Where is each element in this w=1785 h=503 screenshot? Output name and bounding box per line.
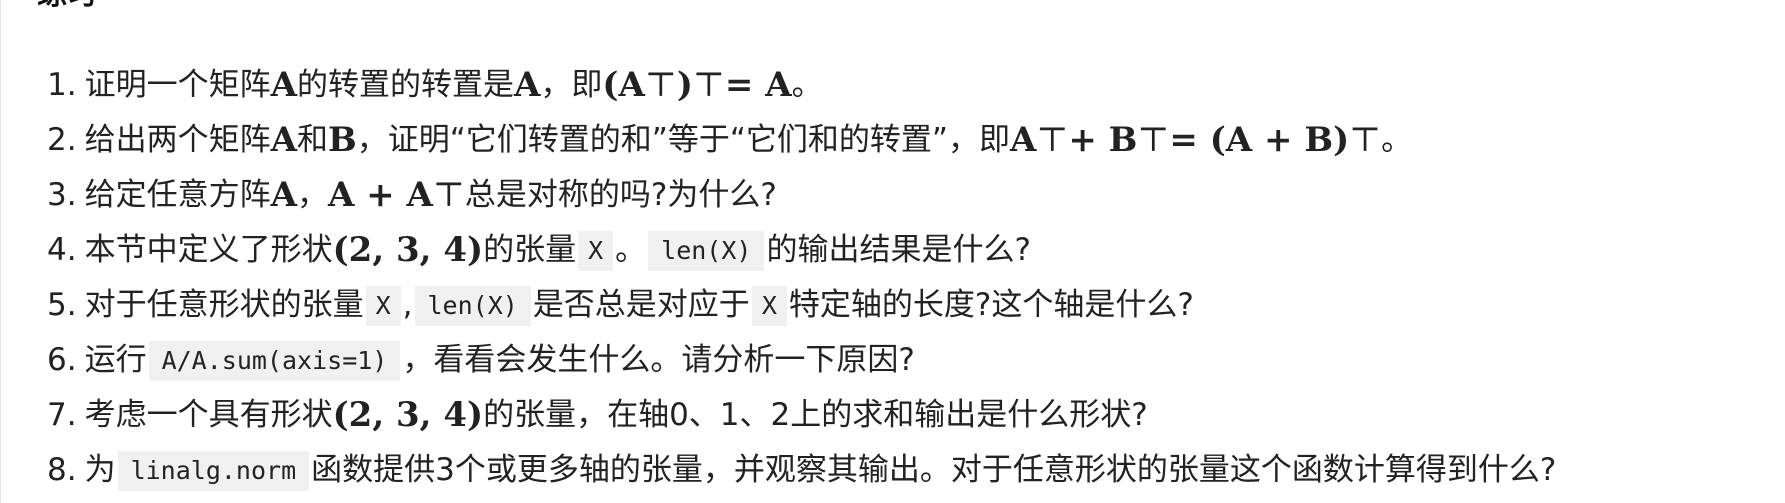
transpose-superscript: ⊤ (1036, 120, 1069, 160)
exercise-text: ，证明“它们转置的和”等于“它们和的转置”，即 (356, 122, 1010, 158)
math-expression: A (270, 175, 297, 215)
math-expression: = (A + B) (1169, 120, 1350, 160)
exercise-text: 。 (615, 232, 647, 268)
exercise-number: 8. (47, 452, 77, 488)
math-expression: ) (676, 65, 693, 105)
exercise-item-5: 5. 对于任意形状的张量 X, len(X) 是否总是对应于 X 特定轴的长度?这个轴是什么… (47, 278, 1767, 333)
exercise-text: 对于任意形状的张量 (84, 287, 364, 323)
math-expression: (2, 3, 4) (332, 230, 484, 270)
exercise-text: 的转置的转置是 (296, 67, 514, 103)
partial-section-heading: 练习 (37, 0, 97, 12)
transpose-superscript: ⊤ (644, 65, 677, 105)
exercise-text: 特定轴的长度?这个轴是什么? (788, 287, 1194, 323)
exercise-number: 4. (47, 232, 77, 268)
exercise-item-8: 8. 为 linalg.norm 函数提供3个或更多轴的张量，并观察其输出。对于任意形… (47, 443, 1767, 498)
exercise-item-4: 4. 本节中定义了形状 (2, 3, 4) 的张量 X。 len(X) 的输出结果是什么? (47, 223, 1767, 278)
inline-code: X (751, 285, 787, 326)
inline-code: len(X) (414, 285, 531, 326)
exercise-text: ，即 (540, 67, 603, 103)
exercise-text: 给出两个矩阵 (84, 122, 271, 158)
math-expression: A (1009, 120, 1037, 160)
exercise-item-6: 6. 运行 A/A.sum(axis=1) ，看看会发生什么。请分析一下原因? (47, 333, 1767, 388)
exercise-text: 考虑一个具有形状 (84, 397, 333, 433)
exercise-text: 和 (296, 122, 328, 158)
exercise-text: 运行 (84, 342, 147, 378)
inline-code: len(X) (648, 230, 765, 271)
exercise-text: 是否总是对应于 (532, 287, 750, 323)
exercise-text: ， (296, 177, 328, 213)
inline-code: X (365, 285, 401, 326)
transpose-superscript: ⊤ (432, 175, 465, 215)
transpose-superscript: ⊤ (1349, 120, 1382, 160)
exercise-list: 1. 证明一个矩阵 A 的转置的转置是 A ，即 (A ⊤) ⊤ = A。 2. 给出两个矩阵 A 和 B… (47, 58, 1767, 498)
exercise-number: 5. (47, 287, 77, 323)
exercise-number: 7. (47, 397, 77, 433)
transpose-superscript: ⊤ (1137, 120, 1170, 160)
exercise-text: , (402, 287, 413, 323)
exercise-text: ，看看会发生什么。请分析一下原因? (402, 342, 915, 378)
exercise-item-3: 3. 给定任意方阵 A， A + A ⊤ 总是对称的吗?为什么? (47, 168, 1767, 223)
inline-code: A/A.sum(axis=1) (148, 340, 401, 381)
exercise-text: 。 (791, 67, 823, 103)
exercise-text: 的输出结果是什么? (766, 232, 1031, 268)
math-expression: + B (1068, 120, 1138, 160)
math-expression: (2, 3, 4) (332, 395, 484, 435)
math-expression: (A (602, 65, 645, 105)
inline-code: linalg.norm (117, 450, 310, 491)
exercise-number: 2. (47, 122, 77, 158)
exercise-text: 给定任意方阵 (84, 177, 271, 213)
exercise-text: 。 (1381, 122, 1413, 158)
exercise-text: 的张量，在轴0、1、2上的求和输出是什么形状? (483, 397, 1148, 433)
math-expression: A (513, 65, 541, 105)
exercise-text: 的张量 (483, 232, 577, 268)
exercise-number: 1. (47, 67, 77, 103)
exercise-text: 证明一个矩阵 (84, 67, 271, 103)
transpose-superscript: ⊤ (692, 65, 725, 105)
exercise-item-7: 7. 考虑一个具有形状 (2, 3, 4) 的张量，在轴0、1、2上的求和输出是什么形… (47, 388, 1767, 443)
math-expression: = A (724, 65, 792, 105)
exercise-text: 本节中定义了形状 (84, 232, 333, 268)
exercise-number: 3. (47, 177, 77, 213)
exercise-text: 为 (84, 452, 116, 488)
math-expression: A + A (327, 175, 433, 215)
math-expression: B (327, 120, 357, 160)
exercise-number: 6. (47, 342, 77, 378)
exercise-text: 函数提供3个或更多轴的张量，并观察其输出。对于任意形状的张量这个函数计算得到什么… (311, 452, 1557, 488)
inline-code: X (578, 230, 614, 271)
math-expression: A (270, 65, 297, 105)
exercise-item-1: 1. 证明一个矩阵 A 的转置的转置是 A ，即 (A ⊤) ⊤ = A。 (47, 58, 1767, 113)
document-content-panel: 练习 1.证明一个矩阵A的转置的转置是A，即(A⊤)⊤ = A。2.给出两个矩阵… (0, 0, 1785, 503)
exercise-text: 总是对称的吗?为什么? (464, 177, 777, 213)
math-expression: A (270, 120, 297, 160)
exercise-item-2: 2. 给出两个矩阵 A 和 B ，证明“它们转置的和”等于“它们和的转置”，即 A ⊤ + B… (47, 113, 1767, 168)
